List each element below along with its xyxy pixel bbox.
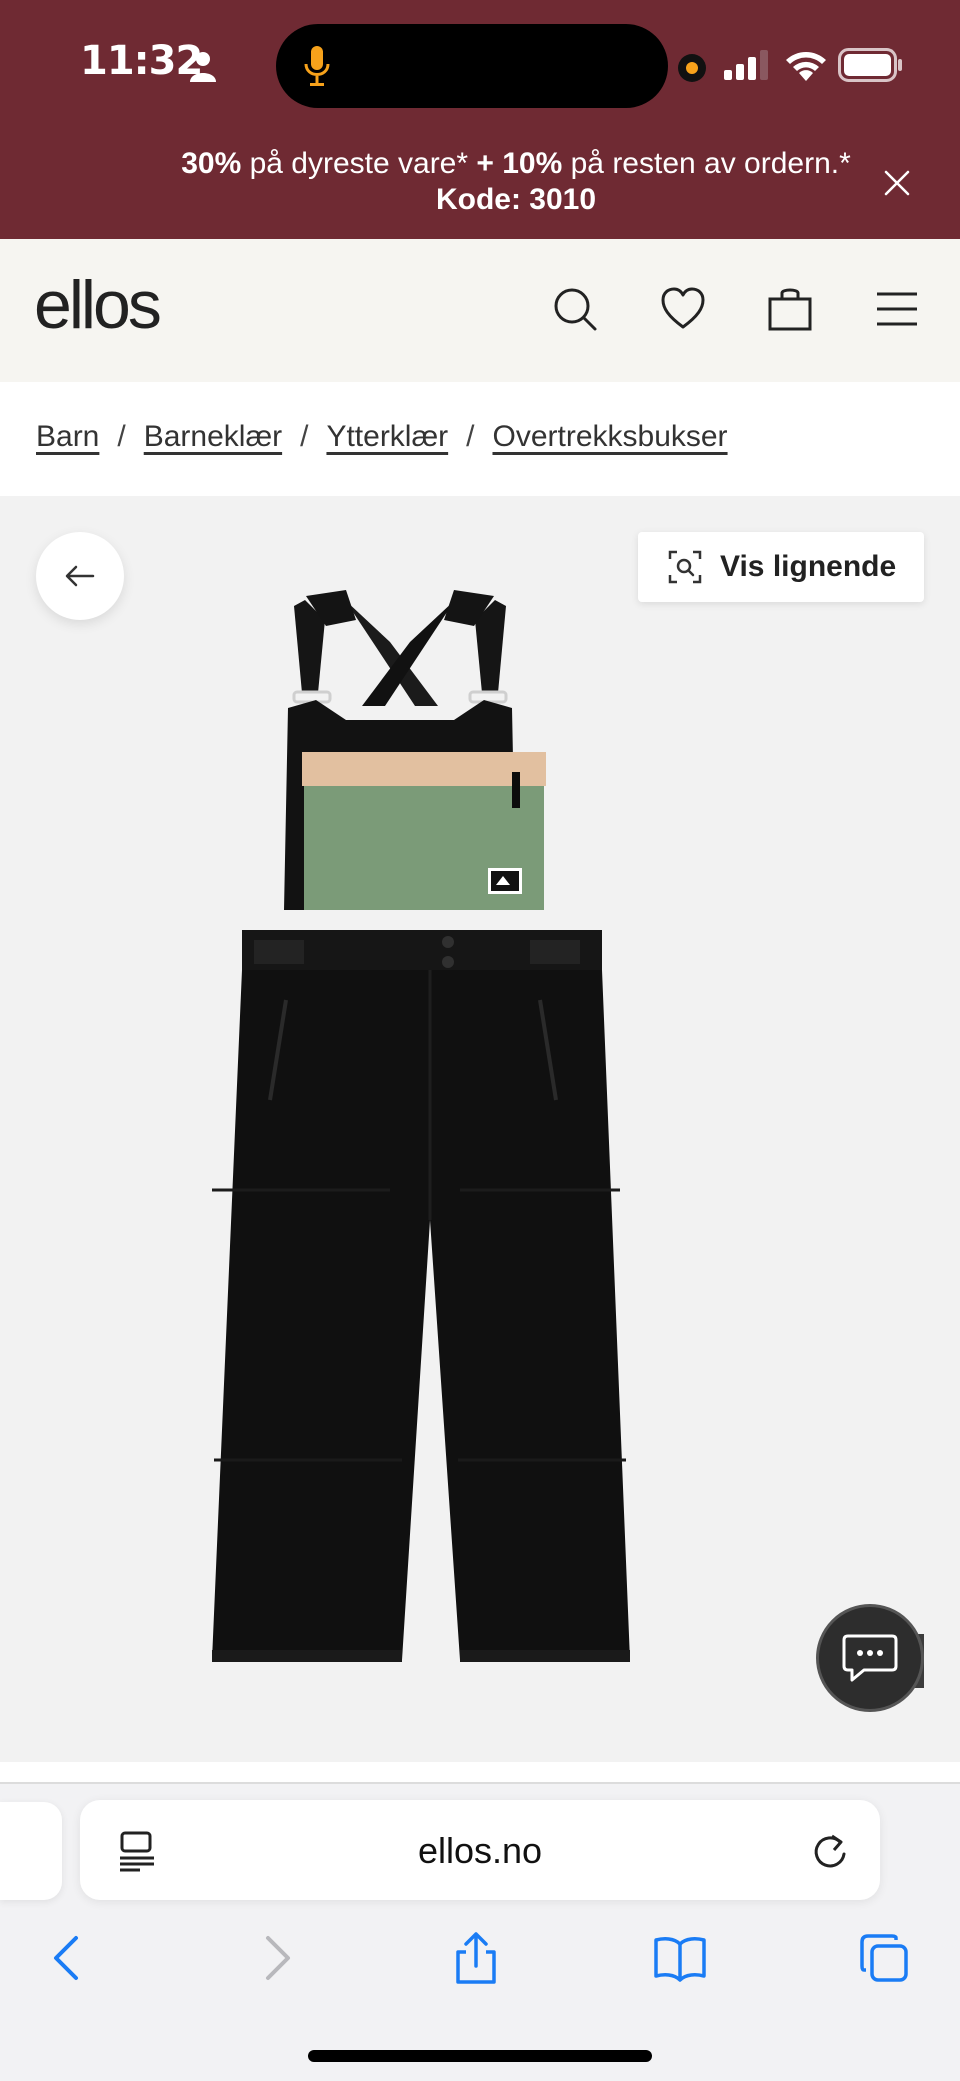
product-image[interactable] xyxy=(190,580,650,1670)
breadcrumb-ytterklaer[interactable]: Ytterklær xyxy=(326,420,448,453)
search-icon[interactable] xyxy=(552,286,598,332)
back-button[interactable] xyxy=(36,532,124,620)
mic-icon xyxy=(304,46,330,86)
chat-icon xyxy=(842,1634,898,1682)
breadcrumb-separator: / xyxy=(300,420,309,453)
similar-products-label: Vis lignende xyxy=(720,550,897,583)
close-icon[interactable] xyxy=(882,168,912,198)
signal-icon xyxy=(724,50,768,80)
bag-icon[interactable] xyxy=(767,286,813,332)
previous-tab-preview[interactable] xyxy=(0,1802,62,1900)
home-indicator xyxy=(308,2050,652,2062)
reload-icon[interactable] xyxy=(810,1828,850,1872)
menu-icon[interactable] xyxy=(874,286,920,332)
wifi-icon xyxy=(786,52,826,81)
arrow-left-icon xyxy=(65,565,95,587)
promo-text-1: på dyreste vare* xyxy=(241,147,477,180)
breadcrumb-separator: / xyxy=(466,420,475,453)
person-icon xyxy=(190,52,216,82)
promo-discount-2: + 10% xyxy=(476,147,563,180)
heart-icon[interactable] xyxy=(660,286,706,332)
url-text[interactable]: ellos.no xyxy=(80,1830,880,1872)
camera-indicator xyxy=(678,54,706,82)
battery-icon xyxy=(838,48,902,82)
breadcrumb-barn[interactable]: Barn xyxy=(36,420,99,453)
status-time: 11:32 xyxy=(80,38,203,84)
breadcrumb-overtrekksbukser[interactable]: Overtrekksbukser xyxy=(492,420,727,453)
similar-products-button[interactable]: Vis lignende xyxy=(638,532,924,602)
chat-button[interactable] xyxy=(816,1604,924,1712)
promo-text-2: på resten av ordern.* xyxy=(562,147,851,180)
breadcrumb-barneklaer[interactable]: Barneklær xyxy=(144,420,282,453)
back-nav-icon[interactable] xyxy=(44,1932,96,1984)
dynamic-island xyxy=(276,24,668,108)
share-icon[interactable] xyxy=(450,1932,502,1984)
tabs-icon[interactable] xyxy=(858,1932,910,1984)
visual-search-icon xyxy=(668,550,702,584)
promo-discount-1: 30% xyxy=(181,147,242,180)
breadcrumb-separator: / xyxy=(117,420,126,453)
breadcrumb: Barn / Barneklær / Ytterklær / Overtrekksbukse… xyxy=(36,420,728,454)
bookmarks-icon[interactable] xyxy=(654,1932,706,1984)
promo-code: Kode: 3010 xyxy=(435,183,597,216)
ellos-logo[interactable]: ellos xyxy=(34,266,162,344)
forward-nav-icon[interactable] xyxy=(248,1932,300,1984)
reader-icon[interactable] xyxy=(118,1830,156,1872)
promo-text: 30% på dyreste vare* + 10% på resten av … xyxy=(100,146,932,218)
